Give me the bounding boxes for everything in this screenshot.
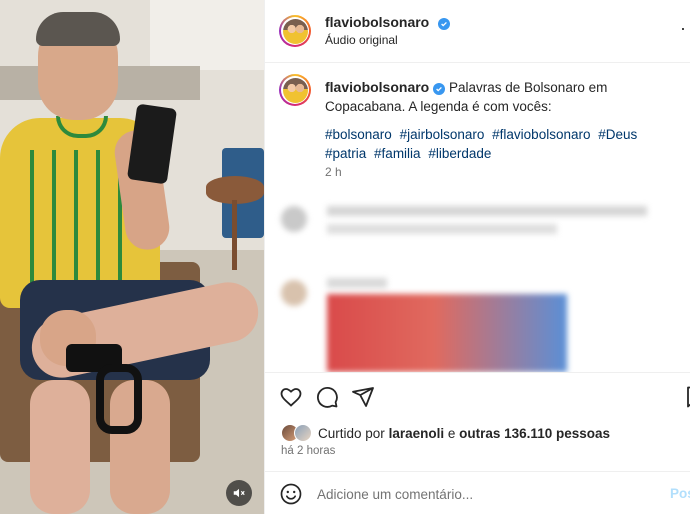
video-window — [150, 0, 264, 70]
caption-block: flaviobolsonaro Palavras de Bolsonaro em… — [265, 62, 690, 194]
share-icon[interactable] — [351, 385, 375, 409]
caption-timestamp[interactable]: 2 h — [325, 165, 342, 179]
likes-connector: e — [447, 425, 456, 441]
more-options-button[interactable]: · — [680, 18, 687, 39]
post-header: flaviobolsonaro Áudio original · — [265, 0, 690, 63]
caption-username[interactable]: flaviobolsonaro — [325, 79, 429, 95]
blurred-image — [327, 294, 567, 372]
likes-summary: Curtido por laraenoli e outras 136.110 p… — [281, 423, 610, 443]
post-panel: flaviobolsonaro Áudio original · flaviob… — [264, 0, 690, 514]
video-person-hair — [36, 12, 120, 46]
hashtag-link[interactable]: #patria — [325, 146, 366, 161]
video-person-shin — [30, 380, 90, 514]
verified-icon — [433, 83, 446, 95]
video-player[interactable] — [0, 0, 264, 514]
comment-icon[interactable] — [315, 385, 339, 409]
mute-button[interactable] — [226, 480, 252, 506]
blurred-comment-line — [327, 206, 647, 216]
hashtag-link[interactable]: #familia — [374, 146, 421, 161]
header-username[interactable]: flaviobolsonaro — [325, 14, 429, 30]
hashtag-link[interactable]: #flaviobolsonaro — [492, 127, 590, 142]
video-shirt-stripe — [96, 150, 100, 300]
avatar-image — [282, 18, 308, 44]
caption-avatar[interactable] — [279, 74, 311, 106]
emoji-icon[interactable] — [279, 482, 303, 506]
liker-avatars — [281, 424, 312, 442]
post-comment-button[interactable]: Pos — [670, 486, 690, 501]
likes-prefix: Curtido por — [318, 425, 385, 441]
hashtag-link[interactable]: #jairbolsonaro — [400, 127, 485, 142]
audio-label[interactable]: Áudio original — [325, 33, 398, 47]
video-table-leg — [232, 200, 237, 270]
hashtag-link[interactable]: #Deus — [598, 127, 637, 142]
caption: flaviobolsonaro Palavras de Bolsonaro em… — [325, 78, 665, 116]
video-shirt-stripe — [52, 150, 56, 300]
video-ankle-strap — [96, 364, 142, 434]
comment-bar: Pos — [265, 471, 690, 516]
bookmark-icon[interactable] — [683, 385, 690, 409]
post-timestamp[interactable]: há 2 horas — [281, 445, 335, 457]
verified-icon — [437, 18, 450, 30]
post-actions: Curtido por laraenoli e outras 136.110 p… — [265, 372, 690, 515]
avatar-image — [282, 77, 308, 103]
blurred-comments — [269, 194, 689, 372]
blurred-avatar — [281, 280, 307, 306]
heart-icon[interactable] — [279, 385, 303, 409]
liker-avatar — [294, 424, 312, 442]
hashtag-link[interactable]: #bolsonaro — [325, 127, 392, 142]
blurred-comment-line — [327, 278, 387, 288]
video-shirt-stripe — [74, 150, 78, 300]
liker-username[interactable]: laraenoli — [389, 426, 445, 441]
comment-input[interactable] — [317, 484, 617, 504]
mute-icon — [233, 488, 245, 498]
hashtag-link[interactable]: #liberdade — [428, 146, 491, 161]
likes-count[interactable]: outras 136.110 pessoas — [459, 426, 610, 441]
blurred-avatar — [281, 206, 307, 232]
hashtag-list: #bolsonaro #jairbolsonaro #flaviobolsona… — [325, 125, 665, 163]
video-shirt-stripe — [30, 150, 34, 300]
avatar[interactable] — [279, 15, 311, 47]
blurred-comment-line — [327, 224, 557, 234]
